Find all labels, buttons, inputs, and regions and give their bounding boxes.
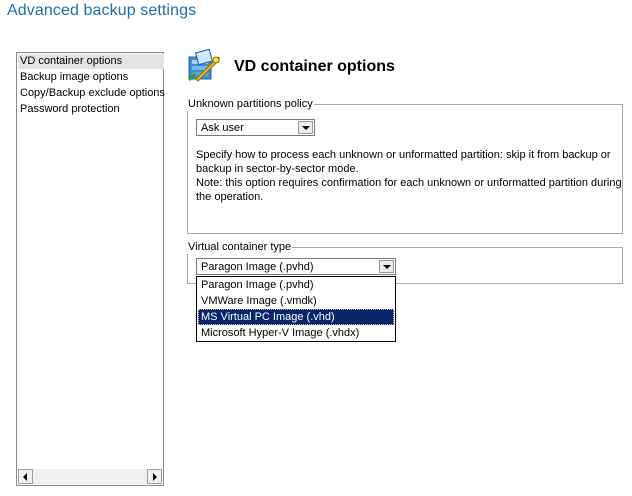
dropdown-option-vmware-image[interactable]: VMWare Image (.vmdk)	[198, 293, 394, 309]
dropdown-button[interactable]	[298, 121, 313, 134]
virtual-container-type-select[interactable]: Paragon Image (.pvhd)	[196, 258, 396, 275]
dropdown-option-paragon-image[interactable]: Paragon Image (.pvhd)	[198, 277, 394, 293]
unknown-partitions-policy-select[interactable]: Ask user	[196, 119, 315, 136]
horizontal-scrollbar[interactable]	[18, 469, 162, 484]
section-heading: VD container options	[234, 58, 395, 75]
virtual-container-type-legend: Virtual container type	[187, 241, 293, 254]
policy-note-line-2: the operation.	[196, 191, 264, 203]
scroll-track[interactable]	[33, 469, 147, 484]
nav-item-backup-image-options[interactable]: Backup image options	[18, 70, 128, 85]
unknown-partitions-policy-value: Ask user	[201, 122, 244, 134]
arrow-left-icon	[23, 473, 27, 481]
virtual-container-type-dropdown[interactable]: Paragon Image (.pvhd) VMWare Image (.vmd…	[196, 276, 396, 342]
policy-note-line-1: Note: this option requires confirmation …	[196, 177, 622, 189]
nav-item-password-protection[interactable]: Password protection	[18, 102, 120, 117]
policy-description-line-1: Specify how to process each unknown or u…	[196, 149, 611, 161]
settings-nav-list[interactable]: VD container options Backup image option…	[16, 52, 165, 486]
scroll-right-button[interactable]	[147, 469, 162, 484]
dropdown-option-ms-virtual-pc-image[interactable]: MS Virtual PC Image (.vhd)	[198, 309, 394, 325]
virtual-container-type-value: Paragon Image (.pvhd)	[201, 261, 314, 273]
page-title: Advanced backup settings	[7, 2, 197, 19]
chevron-down-icon	[383, 265, 391, 269]
wrench-container-icon	[186, 48, 222, 84]
policy-description-line-2: backup in sector-by-sector mode.	[196, 163, 359, 175]
unknown-partitions-policy-legend: Unknown partitions policy	[187, 98, 314, 111]
dropdown-option-hyper-v-image[interactable]: Microsoft Hyper-V Image (.vhdx)	[198, 325, 394, 341]
nav-item-vd-container-options[interactable]: VD container options	[18, 54, 164, 69]
nav-item-copy-backup-exclude-options[interactable]: Copy/Backup exclude options	[18, 86, 165, 101]
arrow-right-icon	[153, 473, 157, 481]
scroll-left-button[interactable]	[18, 469, 33, 484]
dropdown-button[interactable]	[379, 260, 394, 273]
chevron-down-icon	[302, 126, 310, 130]
